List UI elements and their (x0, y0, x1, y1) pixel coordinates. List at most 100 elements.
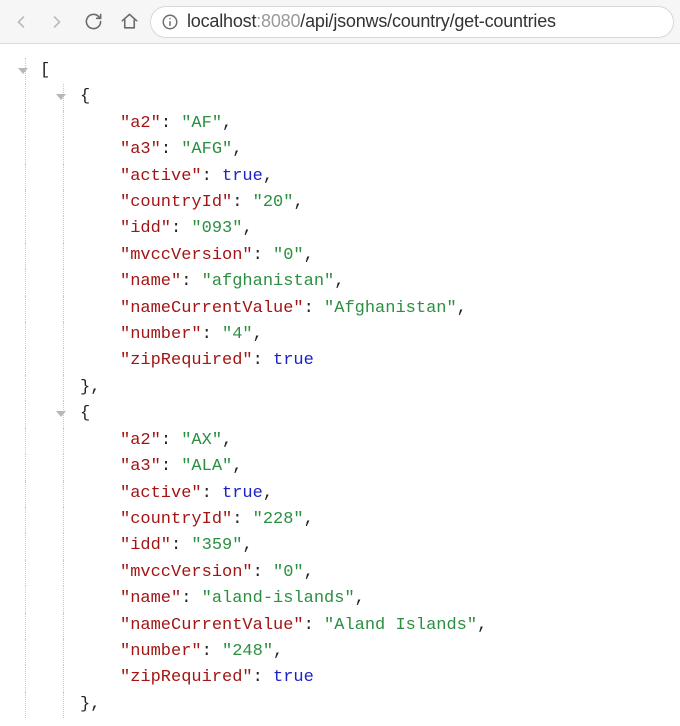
json-value: "228" (253, 510, 304, 529)
json-value: "aland-islands" (202, 589, 355, 608)
json-pair: "active": true, (8, 481, 672, 507)
colon: : (161, 431, 181, 450)
browser-toolbar: localhost:8080/api/jsonws/country/get-co… (0, 0, 680, 44)
collapse-toggle-icon[interactable] (18, 68, 28, 74)
bracket-open: [ (40, 58, 50, 84)
comma: , (304, 510, 314, 529)
json-key: "a3" (120, 457, 161, 476)
colon: : (202, 325, 222, 344)
json-key: "number" (120, 642, 202, 661)
back-button[interactable] (6, 7, 36, 37)
collapse-toggle-icon[interactable] (56, 94, 66, 100)
json-key: "name" (120, 272, 181, 291)
json-key: "zipRequired" (120, 668, 253, 687)
json-pair: "number": "4", (8, 322, 672, 348)
json-pair: "a3": "ALA", (8, 454, 672, 480)
json-key: "a2" (120, 431, 161, 450)
comma: , (334, 272, 344, 291)
json-key: "zipRequired" (120, 351, 253, 370)
url-path: /api/jsonws/country/get-countries (300, 11, 556, 31)
colon: : (202, 167, 222, 186)
json-pair: "name": "afghanistan", (8, 269, 672, 295)
colon: : (253, 351, 273, 370)
json-key: "mvccVersion" (120, 246, 253, 265)
json-value: "AX" (181, 431, 222, 450)
colon: : (253, 246, 273, 265)
brace-open: { (80, 84, 90, 110)
json-pair: "idd": "359", (8, 533, 672, 559)
json-key: "nameCurrentValue" (120, 616, 304, 635)
json-key: "name" (120, 589, 181, 608)
url-port: :8080 (256, 11, 300, 31)
colon: : (161, 457, 181, 476)
colon: : (171, 219, 191, 238)
url-text: localhost:8080/api/jsonws/country/get-co… (187, 11, 556, 32)
json-pair: "name": "aland-islands", (8, 586, 672, 612)
comma: , (293, 193, 303, 212)
json-object-open[interactable]: { (8, 401, 672, 427)
reload-button[interactable] (78, 7, 108, 37)
json-value: "AFG" (181, 140, 232, 159)
json-pair: "countryId": "228", (8, 507, 672, 533)
brace-open: { (80, 401, 90, 427)
comma: , (273, 642, 283, 661)
comma: , (242, 536, 252, 555)
json-key: "countryId" (120, 510, 232, 529)
json-key: "nameCurrentValue" (120, 299, 304, 318)
url-host: localhost (187, 11, 256, 31)
colon: : (202, 484, 222, 503)
forward-button[interactable] (42, 7, 72, 37)
colon: : (171, 536, 191, 555)
json-key: "active" (120, 484, 202, 503)
json-key: "a3" (120, 140, 161, 159)
json-key: "idd" (120, 219, 171, 238)
json-pair: "nameCurrentValue": "Aland Islands", (8, 613, 672, 639)
comma: , (232, 140, 242, 159)
colon: : (161, 114, 181, 133)
home-button[interactable] (114, 7, 144, 37)
json-pair: "a3": "AFG", (8, 137, 672, 163)
json-key: "countryId" (120, 193, 232, 212)
colon: : (181, 272, 201, 291)
json-pair: "active": true, (8, 164, 672, 190)
json-value: true (273, 351, 314, 370)
json-value: "4" (222, 325, 253, 344)
json-object-open[interactable]: { (8, 84, 672, 110)
json-value: "ALA" (181, 457, 232, 476)
json-pair: "a2": "AX", (8, 428, 672, 454)
json-array-open[interactable]: [ (8, 58, 672, 84)
json-pair: "number": "248", (8, 639, 672, 665)
site-info-icon[interactable] (161, 13, 179, 31)
colon: : (304, 616, 324, 635)
json-pair: "idd": "093", (8, 216, 672, 242)
json-object-close: }, (8, 375, 672, 401)
brace-close: }, (80, 375, 100, 401)
comma: , (232, 457, 242, 476)
json-pair: "zipRequired": true (8, 348, 672, 374)
json-value: true (222, 484, 263, 503)
json-value: "afghanistan" (202, 272, 335, 291)
comma: , (355, 589, 365, 608)
colon: : (161, 140, 181, 159)
json-value: "359" (191, 536, 242, 555)
comma: , (222, 114, 232, 133)
comma: , (304, 563, 314, 582)
comma: , (477, 616, 487, 635)
json-value: "0" (273, 246, 304, 265)
json-pair: "mvccVersion": "0", (8, 243, 672, 269)
json-viewer: [{"a2": "AF","a3": "AFG","active": true,… (0, 44, 680, 726)
collapse-toggle-icon[interactable] (56, 411, 66, 417)
json-value: "093" (191, 219, 242, 238)
colon: : (232, 193, 252, 212)
json-value: "20" (253, 193, 294, 212)
colon: : (232, 510, 252, 529)
json-key: "active" (120, 167, 202, 186)
comma: , (263, 167, 273, 186)
address-bar[interactable]: localhost:8080/api/jsonws/country/get-co… (150, 6, 674, 38)
json-pair: "mvccVersion": "0", (8, 560, 672, 586)
json-key: "a2" (120, 114, 161, 133)
json-value: "AF" (181, 114, 222, 133)
colon: : (181, 589, 201, 608)
json-pair: "nameCurrentValue": "Afghanistan", (8, 296, 672, 322)
json-key: "mvccVersion" (120, 563, 253, 582)
